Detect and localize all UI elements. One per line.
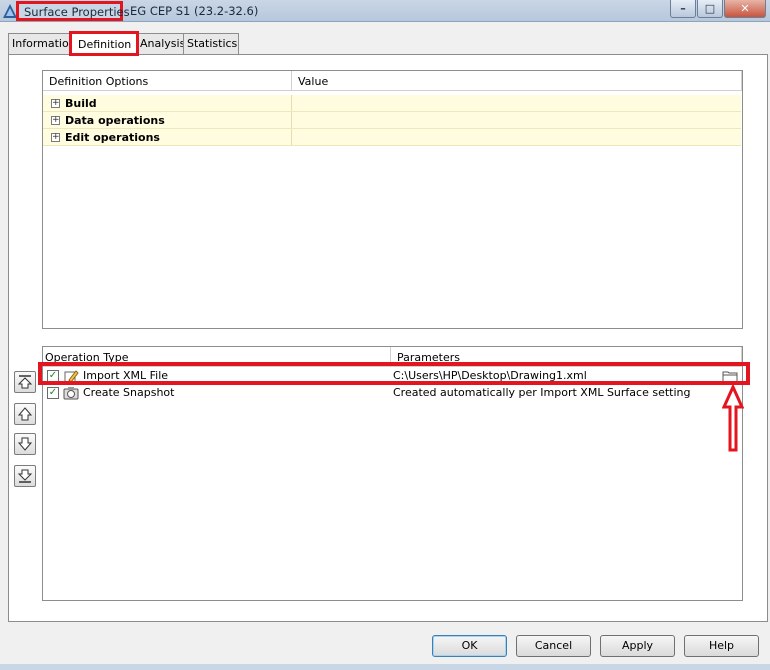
definition-options-header: Definition Options Value [43,71,742,91]
column-header-operation-type[interactable]: Operation Type [43,347,391,366]
operations-header: Operation Type Parameters [43,347,742,367]
operation-row-create-snapshot[interactable]: ✓ Create Snapshot Created automatically … [43,385,742,401]
move-to-bottom-icon [17,469,33,483]
operation-type: Create Snapshot [83,386,175,399]
definition-row-value[interactable] [292,129,741,145]
operation-enabled-checkbox[interactable]: ✓ [47,370,59,382]
import-xml-icon [64,370,79,383]
minimize-button[interactable]: – [670,0,696,18]
move-to-top-icon [17,375,33,389]
move-to-bottom-button[interactable] [14,465,36,487]
operation-parameters: C:\Users\HP\Desktop\Drawing1.xml [393,369,587,382]
tab-definition[interactable]: Definition [69,31,139,56]
move-up-icon [17,407,33,421]
window-subtitle: EG CEP S1 (23.2-32.6) [130,4,259,18]
window-title: Surface Properties [16,1,130,21]
annotation-up-arrow-icon [722,385,744,452]
apply-button[interactable]: Apply [600,635,675,657]
move-down-button[interactable] [14,433,36,455]
snapshot-icon [63,387,79,400]
cancel-button[interactable]: Cancel [516,635,591,657]
definition-row-edit-operations[interactable]: + Edit operations [43,129,741,146]
move-down-icon [17,437,33,451]
tab-statistics[interactable]: Statistics [183,33,239,54]
operation-type: Import XML File [83,369,169,382]
tab-analysis[interactable]: Analysis [136,33,185,54]
definition-row-label: Data operations [65,113,165,127]
window-bottom-edge [0,664,770,670]
expand-plus-icon[interactable]: + [51,115,60,125]
column-header-definition-options[interactable]: Definition Options [43,71,292,90]
column-header-value[interactable]: Value [292,71,742,90]
operation-enabled-checkbox[interactable]: ✓ [47,387,59,399]
definition-row-value[interactable] [292,95,741,111]
expand-plus-icon[interactable]: + [51,132,60,142]
definition-options-grid: Definition Options Value + Build + Data … [42,70,743,329]
definition-row-label: Build [65,96,97,110]
maximize-button[interactable]: □ [697,0,723,18]
expand-plus-icon[interactable]: + [51,98,60,108]
minimize-icon: – [680,2,686,15]
maximize-icon: □ [704,2,716,15]
help-button[interactable]: Help [684,635,759,657]
close-icon: ✕ [740,2,750,15]
definition-row-build[interactable]: + Build [43,95,741,112]
column-header-parameters[interactable]: Parameters [391,347,742,366]
definition-row-value[interactable] [292,112,741,128]
title-bar: Surface Properties EG CEP S1 (23.2-32.6)… [0,0,770,22]
definition-row-data-operations[interactable]: + Data operations [43,112,741,129]
ok-button[interactable]: OK [432,635,507,657]
folder-browse-icon[interactable] [722,369,738,383]
operation-row-import-xml[interactable]: ✓ Import XML File C:\Users\HP\Desktop\Dr… [43,368,742,384]
tab-information[interactable]: Information [8,33,76,54]
operations-grid: Operation Type Parameters ✓ Import XML F… [42,346,743,601]
definition-row-label: Edit operations [65,130,160,144]
operation-parameters: Created automatically per Import XML Sur… [393,386,691,399]
move-up-button[interactable] [14,403,36,425]
close-button[interactable]: ✕ [724,0,766,18]
move-to-top-button[interactable] [14,371,36,393]
